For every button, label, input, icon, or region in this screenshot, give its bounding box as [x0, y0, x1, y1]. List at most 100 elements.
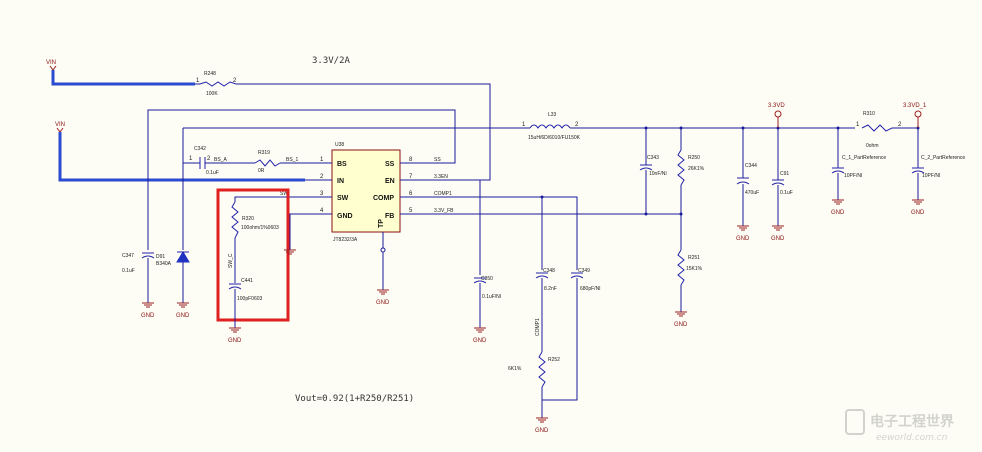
ic-pin-en: EN: [385, 178, 395, 185]
snubber-r320-c441: R320 100ohm/1%0603 SW_C C441 100pF0603: [216, 188, 290, 328]
v33-port-label: 3.3VD: [768, 103, 785, 109]
ic-ref: U38: [335, 142, 344, 148]
gnd-comp: GND: [535, 417, 549, 434]
c349-ref: C349: [578, 268, 590, 274]
comp-net: COMP1: [430, 191, 578, 270]
fb-net-label: 3.3V_FB: [434, 208, 454, 214]
r252-ref: R252: [548, 357, 560, 363]
r319-ref: R319: [258, 150, 270, 156]
gnd-label: GND: [831, 210, 845, 216]
gnd-label: GND: [141, 313, 155, 319]
comp-net-label: COMP1: [434, 191, 452, 197]
c1-ref: C_1_PartReference: [842, 155, 886, 161]
r310-resistor: R310 0ohm 1 2: [856, 111, 920, 149]
gnd-d91: GND: [176, 302, 190, 319]
l33-ref: L33: [548, 112, 557, 118]
c91-value: 0.1uF: [780, 190, 793, 196]
schematic-title: 3.3V/2A: [312, 56, 351, 66]
gnd-label: GND: [911, 210, 925, 216]
r248-ref: R248: [204, 71, 216, 77]
vout-formula: Vout=0.92(1+R250/R251): [295, 394, 414, 404]
r320-ref: R320: [242, 216, 254, 222]
gnd-label: GND: [473, 338, 487, 344]
gnd-label: GND: [736, 236, 750, 242]
r248-value: 100K: [206, 91, 218, 97]
c347-capacitor: C347 0.1uF: [122, 252, 155, 303]
c1-capacitor: C_1_PartReference 10PF/NI: [831, 128, 886, 200]
c91-ref: C91: [780, 171, 789, 177]
vin-mid-net: VIN: [55, 122, 330, 182]
c347-value: 0.1uF: [122, 268, 135, 274]
c2-value: 10PF/NI: [922, 173, 940, 179]
ic-pin-num-6: 6: [409, 191, 413, 197]
vin-mid-port-label: VIN: [55, 122, 65, 128]
ic-part: JT8232/3A: [333, 237, 358, 243]
r251-resistor: R251 15K1%: [677, 249, 703, 312]
ic-u38: U38 JT8232/3A BS IN SW GND SS EN COMP FB…: [305, 142, 430, 253]
watermark: 电子工程世界 eeworld.com.cn: [845, 409, 955, 443]
r248-pin1: 1: [196, 78, 200, 84]
gnd-c91: GND: [771, 225, 785, 242]
r310-ref: R310: [863, 111, 875, 117]
r251-value: 15K1%: [686, 266, 703, 272]
c347-ref: C347: [122, 253, 134, 259]
c348-value: 8.2nF: [544, 286, 557, 292]
c2-ref: C_2_PartReference: [921, 155, 965, 161]
gnd-label: GND: [771, 236, 785, 242]
en-net: 3.3EN: [430, 174, 481, 275]
ic-pin-num-8: 8: [409, 157, 413, 163]
ic-pin-num-2: 2: [320, 174, 324, 180]
r250-ref: R250: [688, 155, 700, 161]
gnd-label: GND: [228, 338, 242, 344]
gnd-snubber: GND: [228, 327, 242, 344]
ic-tp-label: TP: [378, 219, 385, 228]
gnd-label: GND: [376, 300, 390, 306]
ic-pin-num-7: 7: [409, 174, 413, 180]
gnd-c2: GND: [911, 199, 925, 216]
fb-net: 3.3V_FB: [430, 208, 683, 216]
l33-pin1: 1: [522, 122, 526, 128]
gnd-ic-pad: GND: [376, 252, 390, 306]
ic-pin-num-3: 3: [320, 191, 324, 197]
c344-ref: C344: [745, 163, 757, 169]
r310-value: 0ohm: [866, 143, 879, 149]
ic-pin-gnd: GND: [337, 213, 353, 220]
ic-pin-bs: BS: [337, 161, 347, 168]
c342-pin1: 1: [189, 156, 193, 162]
v33-out-port-label: 3.3VD_1: [903, 103, 927, 109]
ic-pin-comp: COMP: [373, 195, 394, 202]
c349-value: 680pF/NI: [580, 286, 601, 292]
c348-capacitor: C348 8.2nF COMP1: [535, 268, 557, 352]
watermark-en: eeworld.com.cn: [876, 433, 948, 443]
c344-capacitor: C344 470uF: [736, 128, 759, 226]
c350-ref: C350: [481, 276, 493, 282]
c2-capacitor: C_2_PartReference 10PF/NI: [911, 128, 965, 200]
bs-b-net-label: BS_1: [286, 157, 298, 163]
c342-pin2: 2: [207, 156, 211, 162]
watermark-cn: 电子工程世界: [870, 413, 955, 430]
gnd-label: GND: [535, 428, 549, 434]
en-net-label: 3.3EN: [434, 174, 448, 180]
bs-network: C342 0.1uF 1 2 BS_A R319 0R BS_1: [183, 146, 305, 176]
r320-value: 100ohm/1%0603: [241, 225, 279, 231]
ic-pin-num-1: 1: [320, 157, 324, 163]
gnd-r251: GND: [674, 311, 688, 328]
gnd-label: GND: [674, 322, 688, 328]
r252-value: 6K1%: [508, 366, 522, 372]
l33-value: 15uH/6D/6010/FU150K: [528, 135, 581, 141]
r310-pin1: 1: [856, 122, 860, 128]
r310-pin2: 2: [898, 122, 902, 128]
gnd-c344: GND: [736, 225, 750, 242]
gnd-c350: GND: [473, 327, 487, 344]
r252-resistor: R252 6K1%: [508, 351, 560, 418]
c343-value: 10nF/NI: [649, 171, 667, 177]
l33-pin2: 2: [575, 122, 579, 128]
c1-value: 10PF/NI: [844, 173, 862, 179]
vin-top-net: VIN: [46, 60, 200, 86]
ground-symbols: GND GND GND GND GND GND GND GND GND GND …: [141, 199, 925, 434]
c344-value: 470uF: [745, 190, 759, 196]
ic-pin-num-5: 5: [409, 208, 413, 214]
gnd-c347: GND: [141, 302, 155, 319]
c348-ref: C348: [543, 268, 555, 274]
schematic-canvas: 3.3V/2A Vout=0.92(1+R250/R251) VIN R248 …: [46, 56, 965, 443]
